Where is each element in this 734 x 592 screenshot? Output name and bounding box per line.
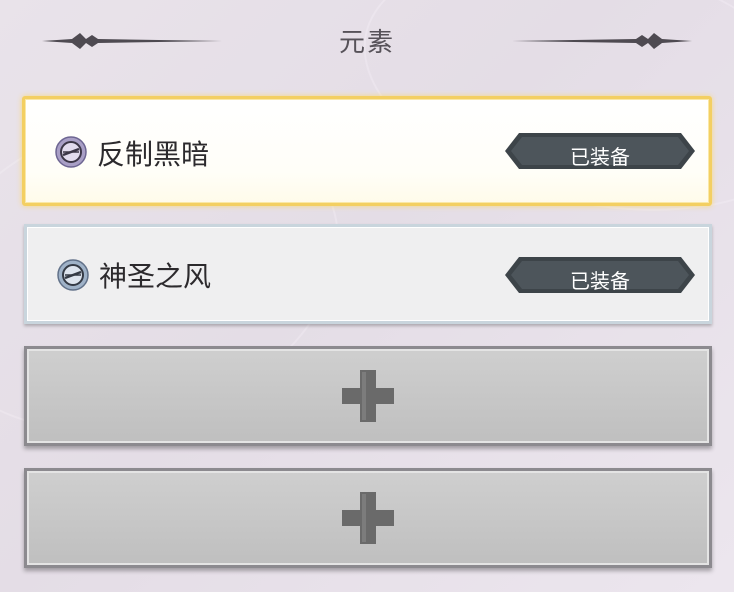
- shield-slash-icon: [57, 259, 89, 291]
- panel-header: 元素: [0, 18, 734, 68]
- skill-name: 反制黑暗: [97, 138, 210, 171]
- skill-slot-2[interactable]: 神圣之风 已装备: [24, 224, 712, 324]
- right-ornament-icon: [512, 33, 692, 49]
- empty-slot-3[interactable]: [24, 346, 712, 446]
- empty-slot-4[interactable]: [24, 468, 712, 568]
- equipped-label: 已装备: [570, 145, 630, 169]
- shield-slash-icon: [55, 136, 87, 168]
- equipped-badge: 已装备: [505, 133, 695, 169]
- skill-slot-1[interactable]: 反制黑暗 已装备: [22, 96, 712, 206]
- plus-icon: [342, 370, 394, 422]
- skill-name: 神圣之风: [99, 260, 212, 293]
- equipped-label: 已装备: [570, 269, 630, 293]
- equipped-badge: 已装备: [505, 257, 695, 293]
- plus-icon: [342, 492, 394, 544]
